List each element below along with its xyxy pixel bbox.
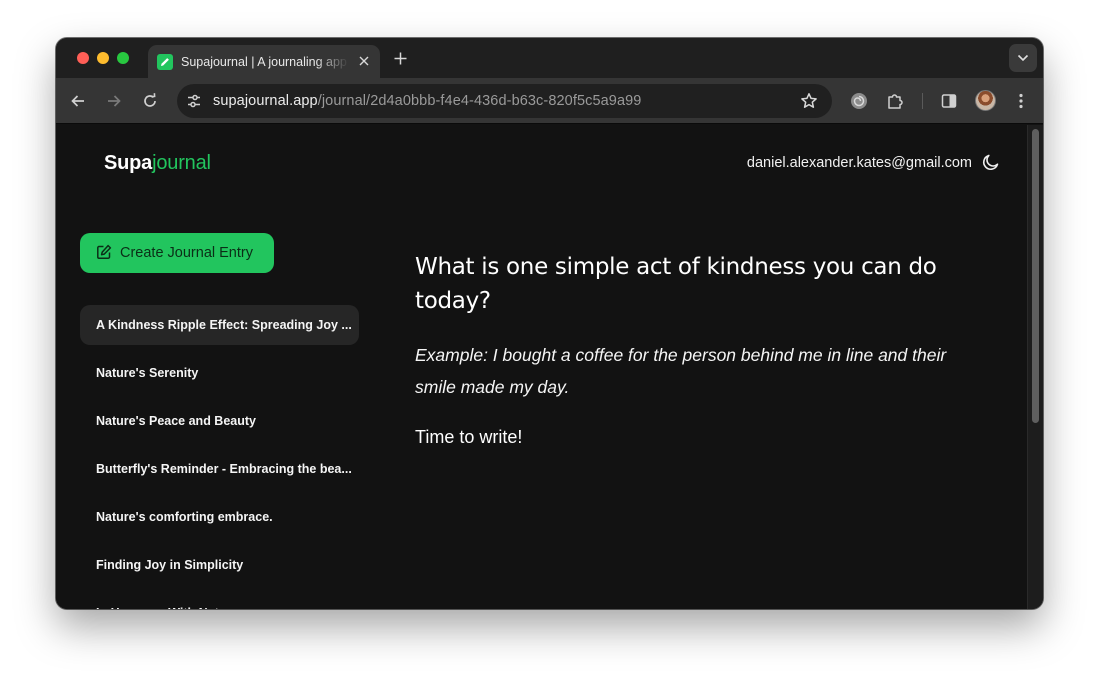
close-tab-icon[interactable] bbox=[357, 54, 371, 68]
url-host: supajournal.app bbox=[213, 93, 318, 109]
bookmark-star-icon[interactable] bbox=[800, 92, 818, 110]
create-journal-entry-button[interactable]: Create Journal Entry bbox=[80, 233, 274, 273]
extensions-puzzle-icon[interactable] bbox=[885, 91, 905, 111]
window-controls bbox=[77, 52, 129, 64]
brand-primary: Supa bbox=[104, 152, 153, 174]
browser-tab-active[interactable]: Supajournal | A journaling app bbox=[148, 45, 380, 78]
pencil-favicon-icon bbox=[157, 53, 173, 70]
tab-search-chevron-down-icon[interactable] bbox=[1009, 44, 1037, 72]
scrollbar-thumb[interactable] bbox=[1032, 129, 1039, 423]
close-window-button[interactable] bbox=[77, 52, 89, 64]
list-item[interactable]: Nature's Peace and Beauty bbox=[80, 401, 359, 441]
list-item[interactable]: Finding Joy in Simplicity bbox=[80, 545, 359, 585]
dark-mode-moon-icon[interactable] bbox=[982, 153, 1000, 171]
page-scrollbar[interactable] bbox=[1027, 125, 1043, 609]
minimize-window-button[interactable] bbox=[97, 52, 109, 64]
journal-prompt-heading: What is one simple act of kindness you c… bbox=[415, 254, 937, 314]
brand-accent: journal bbox=[152, 152, 211, 174]
list-item[interactable]: Nature's comforting embrace. bbox=[80, 497, 359, 537]
browser-window: Supajournal | A journaling app supajourn… bbox=[56, 38, 1043, 609]
browser-toolbar: supajournal.app/journal/2d4a0bbb-f4e4-43… bbox=[56, 78, 1043, 124]
tab-title: Supajournal | A journaling app bbox=[181, 54, 347, 69]
list-item[interactable]: Butterfly's Reminder - Embracing the bea… bbox=[80, 449, 359, 489]
extension-spiral-icon[interactable] bbox=[849, 91, 869, 111]
side-panel-icon[interactable] bbox=[939, 91, 959, 111]
edit-square-icon bbox=[96, 244, 112, 263]
app-logo[interactable]: Supajournal bbox=[104, 152, 211, 175]
editor-placeholder[interactable]: Time to write! bbox=[415, 427, 522, 448]
zoom-window-button[interactable] bbox=[117, 52, 129, 64]
new-tab-plus-icon[interactable] bbox=[392, 50, 408, 66]
journal-entry-list: A Kindness Ripple Effect: Spreading Joy … bbox=[80, 305, 359, 609]
create-journal-entry-label: Create Journal Entry bbox=[120, 245, 253, 261]
prompt-example-text: Example: I bought a coffee for the perso… bbox=[415, 345, 947, 397]
url-text: supajournal.app/journal/2d4a0bbb-f4e4-43… bbox=[213, 93, 641, 109]
back-arrow-icon[interactable] bbox=[68, 91, 88, 111]
toolbar-divider bbox=[922, 93, 923, 109]
address-bar[interactable]: supajournal.app/journal/2d4a0bbb-f4e4-43… bbox=[177, 84, 832, 118]
url-path: /journal/2d4a0bbb-f4e4-436d-b63c-820f5c5… bbox=[317, 93, 642, 109]
profile-avatar[interactable] bbox=[975, 90, 996, 111]
page-viewport: Supajournal daniel.alexander.kates@gmail… bbox=[56, 125, 1043, 609]
list-item[interactable]: A Kindness Ripple Effect: Spreading Joy … bbox=[80, 305, 359, 345]
reload-icon[interactable] bbox=[140, 91, 160, 111]
forward-arrow-icon[interactable] bbox=[104, 91, 124, 111]
list-item[interactable]: In Harmony With Nature bbox=[80, 593, 359, 609]
user-email: daniel.alexander.kates@gmail.com bbox=[746, 155, 972, 171]
more-vertical-dots-icon[interactable] bbox=[1011, 91, 1031, 111]
tab-bar: Supajournal | A journaling app bbox=[56, 38, 1043, 78]
site-settings-tune-icon[interactable] bbox=[186, 93, 202, 109]
list-item[interactable]: Nature's Serenity bbox=[80, 353, 359, 393]
